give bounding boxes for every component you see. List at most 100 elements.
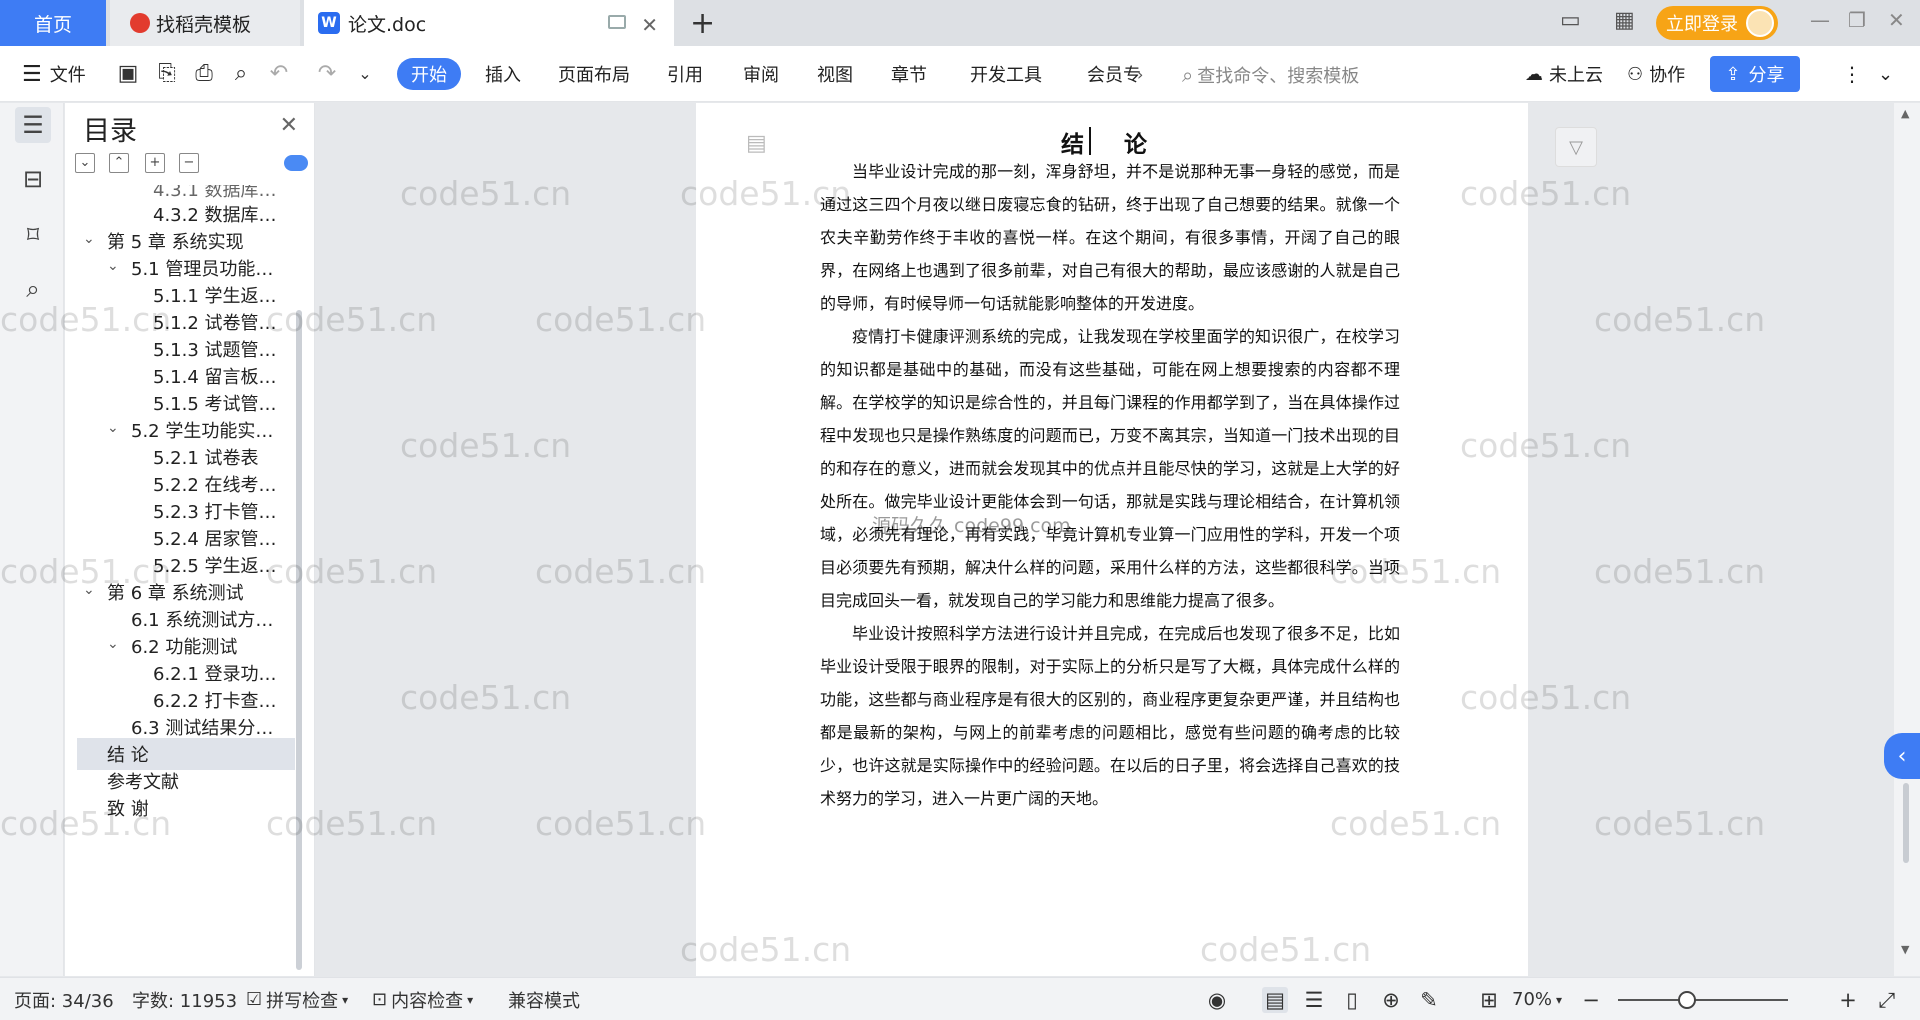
content-check-button[interactable]: ⊡ 内容检查 ▾ [372, 978, 473, 1020]
chevron-down-icon[interactable]: ⌄ [83, 231, 95, 247]
content-check-icon: ⊡ [372, 989, 388, 1010]
share-button[interactable]: ⇪ 分享 [1710, 56, 1800, 92]
vertical-scrollbar[interactable]: ▲ ▼ [1894, 103, 1920, 976]
toc-item-label: 第 5 章 系统实现 [107, 232, 244, 253]
word-count[interactable]: 字数: 11953 [132, 978, 237, 1020]
page-view-icon[interactable]: ▤ [1262, 987, 1288, 1013]
pen-icon[interactable]: ✎ [1416, 987, 1442, 1013]
smart-toc-toggle[interactable] [284, 155, 308, 171]
more-options-icon[interactable]: ⋮ [1842, 46, 1862, 102]
toc-item-label: 4.3.2 数据库… [153, 205, 277, 226]
tab-chapter[interactable]: 章节 [891, 46, 927, 102]
undo-icon[interactable]: ↶ [266, 60, 292, 86]
toc-close-icon[interactable]: ✕ [280, 113, 298, 138]
bookmark-icon[interactable]: ⌑ [15, 217, 51, 253]
eye-protection-icon[interactable]: ◉ [1204, 987, 1230, 1013]
zoom-slider-knob[interactable] [1678, 991, 1696, 1009]
restore-icon[interactable]: ❐ [1848, 8, 1866, 32]
tab-references[interactable]: 引用 [667, 46, 703, 102]
toc-item-label: 5.1.5 考试管… [153, 394, 277, 415]
command-search[interactable]: ⌕ 查找命令、搜索模板 [1182, 62, 1359, 88]
reading-view-icon[interactable]: ▯ [1339, 987, 1365, 1013]
toc-nav-icon[interactable]: ☰ [15, 107, 51, 143]
checkbox-icon: ☑ [246, 989, 263, 1010]
export-icon[interactable]: ⎘ [154, 60, 180, 86]
share-icon: ⇪ [1725, 63, 1741, 85]
toc-toolbar: ⌄ ⌃ + − [75, 153, 308, 177]
tab-member[interactable]: 会员专 [1087, 46, 1141, 102]
more-dropdown-icon[interactable]: ⌄ [352, 60, 378, 86]
window-close-icon[interactable]: ✕ [1888, 8, 1905, 32]
chevron-down-icon[interactable]: ⌄ [107, 258, 119, 274]
chevron-right-icon[interactable]: › [1137, 46, 1143, 102]
scroll-thumb[interactable] [1903, 783, 1909, 863]
chevron-down-icon[interactable]: ⌄ [83, 582, 95, 598]
command-search-placeholder: 查找命令、搜索模板 [1197, 66, 1360, 87]
print-icon[interactable]: ⎙ [191, 60, 217, 86]
chapter-nav-icon[interactable]: ⊟ [15, 161, 51, 197]
find-icon[interactable]: ⌕ [15, 271, 51, 307]
page-indicator[interactable]: 页面: 34/36 [14, 978, 114, 1020]
document-body[interactable]: 当毕业设计完成的那一刻，浑身舒坦，并不是说那种无事一身轻的感觉，而是通过这三四个… [820, 155, 1400, 815]
compat-mode[interactable]: 兼容模式 [508, 978, 580, 1020]
new-tab-button[interactable]: + [690, 6, 715, 41]
toc-item-label: 6.2.1 登录功… [153, 664, 277, 685]
text-cursor [1089, 127, 1091, 155]
expand-all-icon[interactable]: ⌄ [75, 153, 95, 173]
spell-check-button[interactable]: ☑ 拼写检查 ▾ [246, 978, 348, 1020]
tab-daoke-templates[interactable]: 找稻壳模板 [110, 0, 300, 46]
tab-page-layout[interactable]: 页面布局 [558, 46, 630, 102]
login-label: 立即登录 [1666, 14, 1738, 35]
toc-item-label: 5.1 管理员功能… [131, 259, 274, 280]
fit-page-icon[interactable]: ⊞ [1476, 987, 1502, 1013]
zoom-slider[interactable] [1618, 999, 1788, 1001]
tab-document-label: 论文.doc [348, 13, 427, 36]
toc-item-label: 5.2.1 试卷表 [153, 448, 259, 469]
minimize-icon[interactable]: — [1810, 8, 1830, 32]
tab-document[interactable]: W 论文.doc ✕ [304, 0, 674, 46]
print-preview-icon[interactable]: ⌕ [228, 60, 254, 86]
tab-start-label: 开始 [411, 65, 447, 86]
web-view-icon[interactable]: ⊕ [1378, 987, 1404, 1013]
apps-grid-icon[interactable]: ▦ [1614, 8, 1635, 33]
collapse-all-icon[interactable]: ⌃ [109, 153, 129, 173]
tab-daoke-label: 找稻壳模板 [156, 13, 252, 36]
outline-view-icon[interactable]: ☰ [1301, 987, 1327, 1013]
collapse-ribbon-icon[interactable]: ⌄ [1878, 46, 1893, 102]
scroll-down-icon[interactable]: ▼ [1901, 943, 1909, 956]
side-panel-toggle[interactable]: ‹ [1884, 733, 1920, 779]
scroll-up-icon[interactable]: ▲ [1901, 107, 1909, 120]
comment-panel-button[interactable]: ▽ [1555, 127, 1597, 167]
zoom-in-icon[interactable]: + [1835, 987, 1861, 1013]
chevron-down-icon[interactable]: ⌄ [107, 420, 119, 436]
collab-button[interactable]: ⚇ 协作 [1627, 46, 1685, 102]
add-heading-icon[interactable]: + [145, 153, 165, 173]
redo-icon[interactable]: ↷ [314, 60, 340, 86]
content-check-label: 内容检查 [391, 990, 464, 1012]
save-icon[interactable]: ▣ [115, 60, 141, 86]
tab-developer[interactable]: 开发工具 [970, 46, 1042, 102]
fullscreen-icon[interactable]: ⤢ [1874, 987, 1900, 1013]
toc-scrollbar[interactable] [296, 310, 302, 970]
reading-layout-icon[interactable]: ▭ [1560, 8, 1581, 33]
tab-home[interactable]: 首页 [0, 0, 106, 46]
remove-heading-icon[interactable]: − [179, 153, 199, 173]
login-button[interactable]: 立即登录 [1656, 6, 1778, 40]
file-menu[interactable]: ☰ 文件 [22, 46, 86, 102]
zoom-out-icon[interactable]: − [1578, 987, 1604, 1013]
tab-view[interactable]: 视图 [817, 46, 853, 102]
tab-insert[interactable]: 插入 [485, 46, 521, 102]
monitor-icon[interactable] [608, 15, 626, 29]
cloud-status[interactable]: ☁ 未上云 [1525, 46, 1603, 102]
zoom-level-label: 70% [1512, 989, 1553, 1010]
paragraph: 疫情打卡健康评测系统的完成，让我发现在学校里面学的知识很广，在校学习的知识都是基… [820, 327, 1400, 610]
tab-close-icon[interactable]: ✕ [641, 13, 658, 37]
chevron-down-icon[interactable]: ⌄ [107, 636, 119, 652]
toc-item-label: 5.1.1 学生返… [153, 286, 277, 307]
document-page[interactable]: ▤ 结 论 当毕业设计完成的那一刻，浑身舒坦，并不是说那种无事一身轻的感觉，而是… [696, 103, 1528, 976]
toc-item[interactable]: 致 谢 [107, 792, 149, 824]
daoke-icon [130, 13, 150, 33]
zoom-level[interactable]: 70% ▾ [1512, 978, 1562, 1020]
tab-review[interactable]: 审阅 [743, 46, 779, 102]
tab-start[interactable]: 开始 [397, 58, 461, 90]
